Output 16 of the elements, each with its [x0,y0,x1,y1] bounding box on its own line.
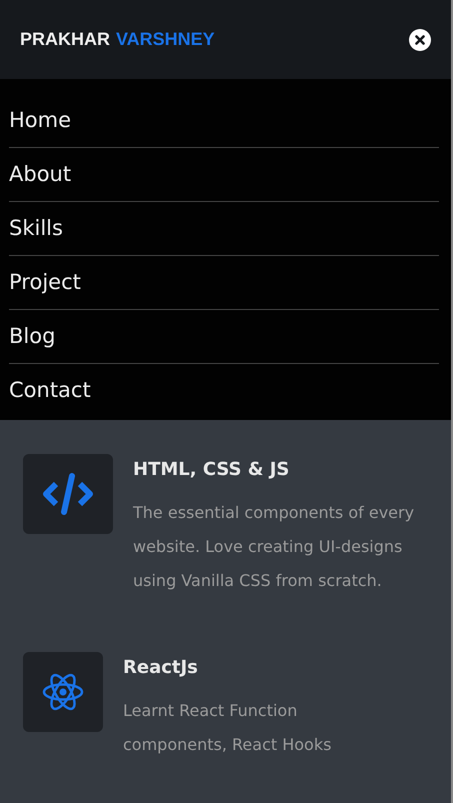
close-icon [415,34,425,44]
service-title: ReactJs [123,656,199,680]
code-icon [42,473,94,515]
nav-link[interactable]: Contact [9,364,439,418]
service-description: The essential components of every website. Love creating UI-designs using Vanilla CSS from scratch. [133,502,415,592]
service-title: HTML, CSS & JS [133,458,290,482]
atom-icon [41,672,85,712]
nav-link[interactable]: Project [9,256,439,310]
nav-link[interactable]: Blog [9,310,439,364]
close-button[interactable] [409,28,431,50]
nav-link[interactable]: Home [9,94,439,148]
service-description: Learnt React Function components, React Hooks [123,700,332,756]
nav-link[interactable]: About [9,148,439,202]
brand-surname: VARSHNEY [116,28,215,51]
brand-name: PRAKHAR [20,28,110,51]
nav-link[interactable]: Skills [9,202,439,256]
